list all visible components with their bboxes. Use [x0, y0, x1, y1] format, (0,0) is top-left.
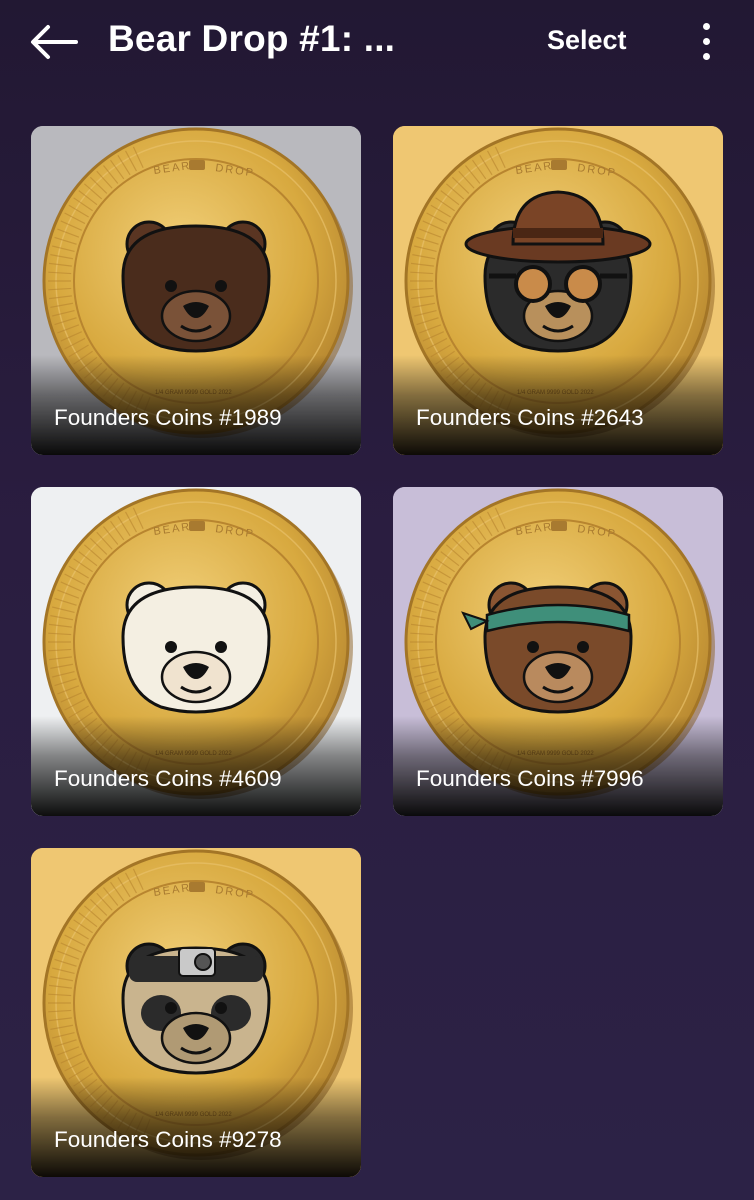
select-button[interactable]: Select — [547, 25, 627, 56]
page-title: Bear Drop #1: ... — [108, 18, 396, 59]
more-options-button[interactable] — [693, 20, 721, 64]
collection-item-card[interactable]: BEARDROP1/4 GRAM 9999 GOLD 2022Founders … — [31, 487, 361, 816]
item-title: Founders Coins #2643 — [416, 405, 644, 430]
collection-item-card[interactable]: BEARDROP1/4 GRAM 9999 GOLD 2022Founders … — [31, 126, 361, 455]
item-title: Founders Coins #1989 — [54, 405, 282, 430]
item-title: Founders Coins #7996 — [416, 766, 644, 791]
item-title: Founders Coins #4609 — [54, 766, 282, 791]
item-title: Founders Coins #9278 — [54, 1127, 282, 1152]
collection-item-card[interactable]: BEARDROP1/4 GRAM 9999 GOLD 2022Founders … — [393, 487, 723, 816]
arrow-left-icon — [31, 25, 78, 59]
collection-item-card[interactable]: BEARDROP1/4 GRAM 9999 GOLD 2022Founders … — [393, 126, 723, 455]
app-bar: Bear Drop #1: ... Select — [0, 0, 754, 86]
collection-item-card[interactable]: BEARDROP1/4 GRAM 9999 GOLD 2022Founders … — [31, 848, 361, 1177]
more-vertical-icon — [703, 23, 710, 30]
back-button[interactable] — [28, 22, 80, 62]
